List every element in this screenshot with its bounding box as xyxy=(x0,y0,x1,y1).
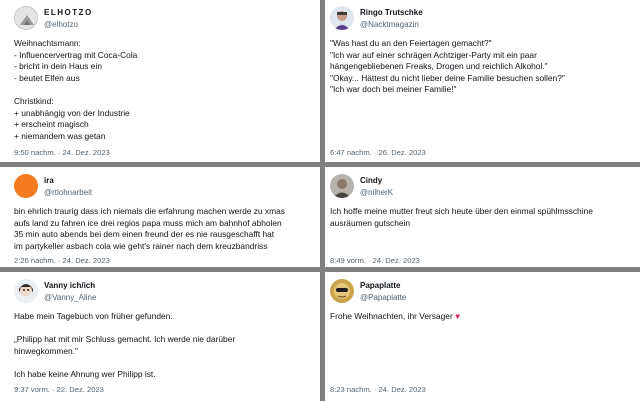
tweet-line: "Ich war doch bei meiner Familie!" xyxy=(330,84,457,95)
tweet-timestamp[interactable]: 6:47 nachm. · 26. Dez. 2023 xyxy=(330,148,426,157)
user-handle[interactable]: @elhotzo xyxy=(44,19,93,30)
avatar-image-icon xyxy=(334,11,350,30)
tweet-header: ira @rtlohnarbeit xyxy=(14,170,312,202)
avatar[interactable] xyxy=(330,279,354,303)
display-name[interactable]: Ringo Trutschke xyxy=(360,7,423,18)
tweet-line: "Ich war auf einer schrägen Achtziger-Pa… xyxy=(330,49,537,60)
display-name[interactable]: Papaplatte xyxy=(360,280,406,291)
tweet-line: aufs land zu fahren ice drei regios papa… xyxy=(14,217,282,228)
avatar-image-icon xyxy=(19,284,33,296)
tweet-line: hängengebliebenen Freaks, Drogen und rei… xyxy=(330,61,548,72)
vertical-divider xyxy=(320,0,325,401)
display-name[interactable]: ELHOTZO xyxy=(44,7,93,18)
tweet-line: + unabhängig von der Industrie xyxy=(14,107,130,118)
tweet-timestamp[interactable]: 8:23 nachm. · 24. Dez. 2023 xyxy=(330,385,426,394)
tweet-header: Vanny ich/ich @Vanny_Aline xyxy=(14,275,312,307)
tweet-card-elhotzo[interactable]: ELHOTZO @elhotzo Weihnachtsmann: - Influ… xyxy=(0,0,320,162)
tweet-line: Ich hoffe meine mutter freut sich heute … xyxy=(330,206,593,216)
tweet-line: hinwegkommen." xyxy=(14,345,78,356)
tweet-line: Christkind: xyxy=(14,95,54,106)
avatar[interactable] xyxy=(330,6,354,30)
avatar[interactable] xyxy=(14,6,38,30)
display-name[interactable]: Vanny ich/ich xyxy=(44,280,96,291)
tweet-line xyxy=(14,84,312,96)
tweet-header: Papaplatte @Papaplatte xyxy=(330,275,632,307)
tweet-header: ELHOTZO @elhotzo xyxy=(14,2,312,34)
tweet-line: Frohe Weihnachten, ihr Versager ♥ xyxy=(330,311,632,323)
tweet-line: Habe mein Tagebuch von früher gefunden. xyxy=(14,311,173,321)
horizontal-divider xyxy=(0,162,640,167)
tweet-timestamp[interactable]: 2:26 nachm. · 24. Dez. 2023 xyxy=(14,256,110,265)
avatar-image-icon xyxy=(20,15,34,25)
tweet-line: + niemandem was getan xyxy=(14,130,106,141)
tweet-timestamp[interactable]: 8:49 vorm. · 24. Dez. 2023 xyxy=(330,256,420,265)
tweet-line: 35 min auto abends bei dem einen freund … xyxy=(14,229,275,240)
avatar-image-icon xyxy=(334,283,350,299)
tweet-card-papaplatte[interactable]: Papaplatte @Papaplatte Frohe Weihnachten… xyxy=(325,272,640,401)
tweet-line: bin ehrlich traurig dass ich niemals die… xyxy=(14,206,285,216)
tweet-text: Weihnachtsmann: - Influencervertrag mit … xyxy=(14,38,312,142)
tweet-line: - bricht in dein Haus ein xyxy=(14,61,102,72)
tweet-card-nacktmagazin[interactable]: Ringo Trutschke @Nacktmagazin "Was hast … xyxy=(325,0,640,162)
tweet-line-text: Frohe Weihnachten, ihr Versager xyxy=(330,311,453,321)
tweet-line: Ich habe keine Ahnung wer Philipp ist. xyxy=(14,368,156,379)
tweet-line: + erscheint magisch xyxy=(14,119,89,130)
tweet-card-nilherk[interactable]: Cindy @nilherK Ich hoffe meine mutter fr… xyxy=(325,167,640,267)
avatar[interactable] xyxy=(330,174,354,198)
tweet-line: - beutet Elfen aus xyxy=(14,72,80,83)
tweet-line xyxy=(14,357,312,369)
display-name[interactable]: ira xyxy=(44,175,92,186)
display-name[interactable]: Cindy xyxy=(360,175,393,186)
tweet-text: "Was hast du an den Feiertagen gemacht?"… xyxy=(330,38,632,96)
avatar-image-icon xyxy=(333,179,351,198)
tweet-text: Habe mein Tagebuch von früher gefunden. … xyxy=(14,311,312,381)
tweet-line: "Okay... Hättest du nicht lieber deine F… xyxy=(330,72,565,83)
tweet-line: im partykeller asbach cola wie geht's ra… xyxy=(14,240,268,251)
tweet-card-rtlohnarbeit[interactable]: ira @rtlohnarbeit bin ehrlich traurig da… xyxy=(0,167,320,267)
tweet-text: Ich hoffe meine mutter freut sich heute … xyxy=(330,206,632,229)
user-handle[interactable]: @nilherK xyxy=(360,187,393,198)
tweet-line: „Philipp hat mit mir Schluss gemacht. Ic… xyxy=(14,334,236,345)
tweet-line: "Was hast du an den Feiertagen gemacht?" xyxy=(330,38,492,48)
tweet-header: Ringo Trutschke @Nacktmagazin xyxy=(330,2,632,34)
tweet-card-vanny-aline[interactable]: Vanny ich/ich @Vanny_Aline Habe mein Tag… xyxy=(0,272,320,401)
user-handle[interactable]: @Vanny_Aline xyxy=(44,292,96,303)
avatar[interactable] xyxy=(14,279,38,303)
tweet-line xyxy=(14,323,312,335)
tweet-line: Weihnachtsmann: xyxy=(14,38,81,48)
horizontal-divider xyxy=(0,267,640,272)
tweet-timestamp[interactable]: 9:50 nachm. · 24. Dez. 2023 xyxy=(14,148,110,157)
tweet-line: - Influencervertrag mit Coca-Cola xyxy=(14,49,138,60)
tweet-line: ausräumen gutschein xyxy=(330,217,411,228)
avatar[interactable] xyxy=(14,174,38,198)
tweet-grid: ELHOTZO @elhotzo Weihnachtsmann: - Influ… xyxy=(0,0,640,401)
tweet-text: Frohe Weihnachten, ihr Versager ♥ xyxy=(330,311,632,323)
tweet-header: Cindy @nilherK xyxy=(330,170,632,202)
user-handle[interactable]: @Papaplatte xyxy=(360,292,406,303)
user-handle[interactable]: @Nacktmagazin xyxy=(360,19,423,30)
tweet-timestamp[interactable]: 9:37 vorm. · 22. Dez. 2023 xyxy=(14,385,104,394)
heart-emoji-icon: ♥ xyxy=(455,311,461,321)
user-handle[interactable]: @rtlohnarbeit xyxy=(44,187,92,198)
tweet-text: bin ehrlich traurig dass ich niemals die… xyxy=(14,206,312,252)
